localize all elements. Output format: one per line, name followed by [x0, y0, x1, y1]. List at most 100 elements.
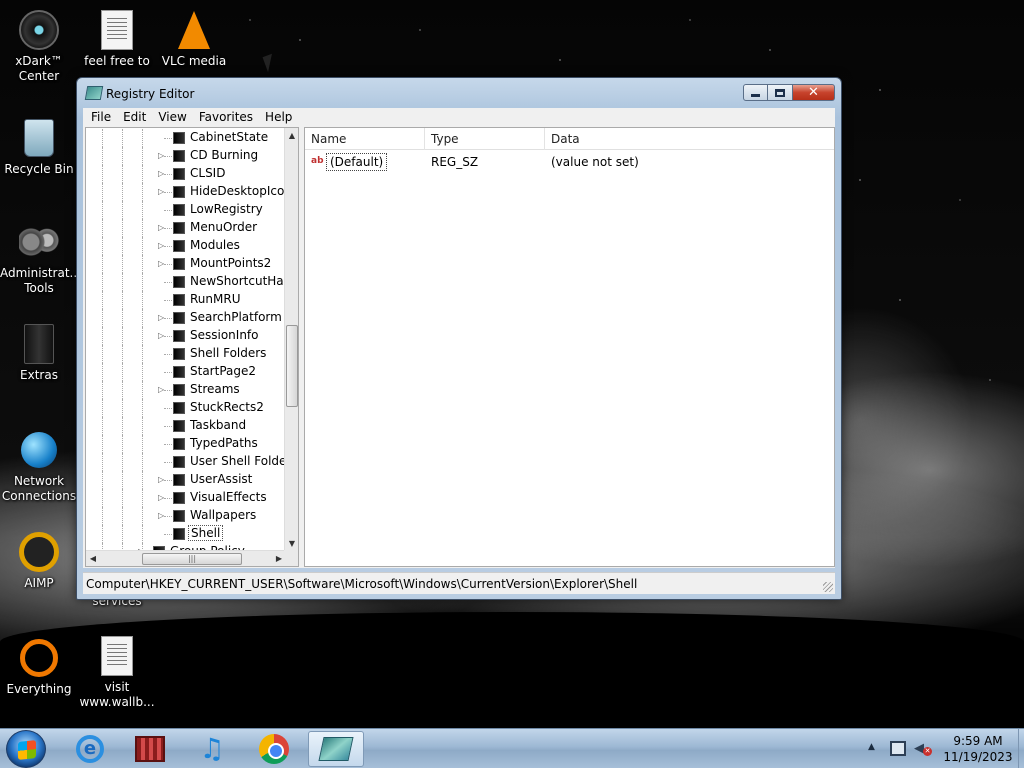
- taskbar-music-player[interactable]: ♫: [184, 731, 240, 767]
- tree-item-label: CabinetState: [190, 130, 269, 144]
- resize-grip-icon[interactable]: [823, 582, 833, 592]
- tree-guide-line: [142, 147, 143, 165]
- expand-arrow-icon[interactable]: ▷: [158, 151, 166, 160]
- text-document-icon: [95, 8, 139, 52]
- menu-view[interactable]: View: [152, 110, 192, 124]
- column-header-data[interactable]: Data: [545, 128, 836, 150]
- tree-item[interactable]: ▷ Wallpapers: [86, 507, 286, 525]
- tree-item[interactable]: RunMRU: [86, 291, 286, 309]
- start-button[interactable]: [6, 730, 46, 768]
- taskbar-internet-explorer[interactable]: e: [62, 731, 118, 767]
- show-desktop-button[interactable]: [1018, 729, 1024, 768]
- menu-help[interactable]: Help: [259, 110, 298, 124]
- tree-item[interactable]: StartPage2: [86, 363, 286, 381]
- desktop-icon-xdark-center[interactable]: xDark™ Center: [0, 8, 78, 84]
- expand-arrow-icon[interactable]: ▷: [158, 169, 166, 178]
- desktop-icon-label: AIMP: [24, 576, 54, 590]
- tree-item[interactable]: CabinetState: [86, 129, 286, 147]
- tree-item-label: UserAssist: [190, 472, 253, 486]
- registry-key-folder-icon: [173, 420, 185, 432]
- tree-item[interactable]: ▷ MountPoints2: [86, 255, 286, 273]
- tree-item[interactable]: User Shell Folders: [86, 453, 286, 471]
- taskbar-media-center[interactable]: [122, 731, 178, 767]
- expand-arrow-icon[interactable]: ▷: [158, 241, 166, 250]
- desktop-icon-everything[interactable]: Everything: [0, 636, 78, 697]
- desktop-icon-network-connections[interactable]: Network Connections: [0, 428, 78, 504]
- minimize-icon: [751, 94, 760, 97]
- expand-arrow-icon[interactable]: ▷: [158, 511, 166, 520]
- scroll-left-icon[interactable]: ◀: [86, 551, 100, 566]
- key-tree-pane[interactable]: CabinetState ▷ CD Burning ▷ CLSID ▷ HideDeskto…: [85, 127, 299, 567]
- menu-favorites[interactable]: Favorites: [193, 110, 259, 124]
- expand-arrow-icon[interactable]: ▷: [158, 475, 166, 484]
- tree-vertical-scrollbar[interactable]: ▲ ▼: [284, 128, 298, 551]
- registry-key-folder-icon: [173, 330, 185, 342]
- tree-item[interactable]: Shell Folders: [86, 345, 286, 363]
- desktop-icon-visit-wallb[interactable]: visit www.wallb...: [78, 634, 156, 710]
- tree-item[interactable]: ▷ MenuOrder: [86, 219, 286, 237]
- desktop-icon-label: Network Connections: [1, 474, 77, 503]
- taskbar-chrome[interactable]: [246, 731, 302, 767]
- title-bar[interactable]: Registry Editor ✕: [77, 78, 841, 108]
- tree-item[interactable]: Taskband: [86, 417, 286, 435]
- tree-item[interactable]: ▷ SearchPlatform: [86, 309, 286, 327]
- registry-editor-window: Registry Editor ✕ File Edit View Favorit…: [76, 77, 842, 600]
- scroll-up-icon[interactable]: ▲: [285, 128, 298, 143]
- volume-muted-icon[interactable]: ◀ ✕: [914, 741, 932, 757]
- expand-arrow-icon[interactable]: ▷: [158, 223, 166, 232]
- expand-arrow-icon[interactable]: ▷: [158, 313, 166, 322]
- menu-edit[interactable]: Edit: [117, 110, 152, 124]
- registry-key-folder-icon: [173, 168, 185, 180]
- maximize-button[interactable]: [768, 84, 793, 101]
- expand-arrow-icon[interactable]: ▷: [158, 493, 166, 502]
- desktop-icon-label: visit www.wallb...: [79, 680, 155, 709]
- tree-item[interactable]: ▷ HideDesktopIcon: [86, 183, 286, 201]
- expand-arrow-icon[interactable]: ▷: [158, 187, 166, 196]
- desktop-icon-feel-free[interactable]: feel free to: [78, 8, 156, 69]
- tree-item[interactable]: LowRegistry: [86, 201, 286, 219]
- desktop-icon-recycle-bin[interactable]: Recycle Bin: [0, 116, 78, 177]
- taskbar-registry-editor[interactable]: [308, 731, 364, 767]
- desktop-icon-label: VLC media: [161, 54, 227, 68]
- minimize-button[interactable]: [743, 84, 768, 101]
- tree-vertical-scroll-thumb[interactable]: [286, 325, 298, 407]
- column-header-type[interactable]: Type: [425, 128, 545, 150]
- desktop-icon-vlc[interactable]: VLC media: [155, 8, 233, 69]
- desktop-icon-extras[interactable]: Extras: [0, 322, 78, 383]
- column-header-name[interactable]: Name: [305, 128, 425, 150]
- text-document-icon: [95, 634, 139, 678]
- tree-item[interactable]: ▷ Modules: [86, 237, 286, 255]
- desktop-icon-administrative-tools[interactable]: Administrat... Tools: [0, 220, 81, 296]
- tree-item[interactable]: ▷ UserAssist: [86, 471, 286, 489]
- values-list-pane[interactable]: Name Type Data ab (Default) REG_SZ (valu…: [304, 127, 835, 567]
- tree-horizontal-scroll-thumb[interactable]: |||: [142, 553, 242, 565]
- registry-key-folder-icon: [173, 240, 185, 252]
- tree-item[interactable]: ▷ Streams: [86, 381, 286, 399]
- clock[interactable]: 9:59 AM 11/19/2023: [940, 733, 1016, 765]
- registry-key-folder-icon: [173, 132, 185, 144]
- tree-item[interactable]: ▷ VisualEffects: [86, 489, 286, 507]
- show-hidden-icons-icon[interactable]: ▲: [868, 742, 875, 752]
- tree-horizontal-scrollbar[interactable]: ◀ ||| ▶: [86, 550, 286, 566]
- tree-item[interactable]: ▷ CD Burning: [86, 147, 286, 165]
- tree-item[interactable]: StuckRects2: [86, 399, 286, 417]
- registry-key-folder-icon: [173, 222, 185, 234]
- value-row[interactable]: ab (Default) REG_SZ (value not set): [305, 153, 834, 171]
- registry-key-folder-icon: [173, 276, 185, 288]
- tree-item-label: Taskband: [190, 418, 247, 432]
- expand-arrow-icon[interactable]: ▷: [158, 331, 166, 340]
- scroll-down-icon[interactable]: ▼: [285, 536, 298, 551]
- tree-item[interactable]: ▷ SessionInfo: [86, 327, 286, 345]
- tree-guide-line: [142, 237, 143, 255]
- desktop-icon-aimp[interactable]: AIMP: [0, 530, 78, 591]
- tree-item-selected[interactable]: Shell: [86, 525, 286, 543]
- expand-arrow-icon[interactable]: ▷: [158, 259, 166, 268]
- tree-item[interactable]: TypedPaths: [86, 435, 286, 453]
- tree-item[interactable]: NewShortcutHan: [86, 273, 286, 291]
- menu-file[interactable]: File: [85, 110, 117, 124]
- tree-item[interactable]: ▷ CLSID: [86, 165, 286, 183]
- tree-guide-line: [142, 453, 143, 471]
- network-status-icon[interactable]: [890, 741, 906, 756]
- expand-arrow-icon[interactable]: ▷: [158, 385, 166, 394]
- close-button[interactable]: ✕: [793, 84, 835, 101]
